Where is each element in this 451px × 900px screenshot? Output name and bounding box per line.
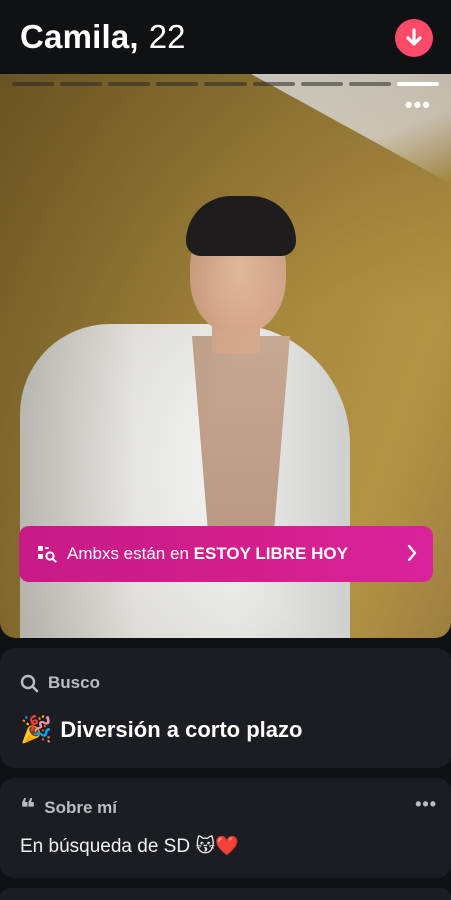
about-me-text: En búsqueda de SD 😽❤️	[20, 836, 239, 857]
collapse-profile-button[interactable]	[395, 19, 433, 57]
photo-indicator[interactable]	[252, 82, 295, 86]
quote-icon: ❝	[20, 793, 36, 823]
arrow-down-icon	[406, 28, 422, 46]
profile-screen: Camila, 22 ••• Ambxs están en ESTOY LIBR…	[0, 0, 451, 900]
looking-for-label: Busco	[48, 673, 100, 692]
photo-indicator-active[interactable]	[396, 82, 439, 86]
party-popper-icon: 🎉	[20, 714, 53, 744]
about-me-label-row: ❝ Sobre mí	[20, 793, 118, 823]
looking-for-card: Busco 🎉 Diversión a corto plazo	[0, 648, 451, 768]
profile-name: Camila,	[20, 18, 139, 55]
chevron-right-icon	[407, 544, 417, 562]
about-more-options-icon[interactable]: •••	[415, 794, 437, 815]
profile-header: Camila, 22	[0, 0, 451, 74]
photo-indicator[interactable]	[108, 82, 151, 86]
photo-more-options-icon[interactable]: •••	[405, 94, 431, 116]
search-list-icon	[38, 546, 57, 563]
about-me-card: ❝ Sobre mí ••• En búsqueda de SD 😽❤️	[0, 778, 451, 878]
about-me-label: Sobre mí	[44, 798, 118, 817]
banner-highlight: ESTOY LIBRE HOY	[193, 544, 348, 563]
photo-indicator[interactable]	[60, 82, 103, 86]
photo-indicator[interactable]	[12, 82, 55, 86]
next-card-peek	[0, 888, 451, 900]
profile-age: 22	[148, 18, 186, 55]
looking-for-value: 🎉 Diversión a corto plazo	[20, 714, 302, 745]
banner-text: Ambxs están en ESTOY LIBRE HOY	[67, 544, 348, 564]
photo-indicator[interactable]	[348, 82, 391, 86]
photo-progress-bars	[12, 82, 439, 86]
search-icon	[20, 674, 39, 692]
profile-photo[interactable]: ••• Ambxs están en ESTOY LIBRE HOY	[0, 74, 451, 638]
photo-indicator[interactable]	[204, 82, 247, 86]
estoy-libre-hoy-banner[interactable]: Ambxs están en ESTOY LIBRE HOY	[19, 526, 433, 582]
looking-for-label-row: Busco	[20, 673, 100, 693]
looking-for-text: Diversión a corto plazo	[60, 716, 303, 742]
photo-indicator[interactable]	[300, 82, 343, 86]
photo-indicator[interactable]	[156, 82, 199, 86]
banner-prefix: Ambxs están en	[67, 544, 189, 563]
